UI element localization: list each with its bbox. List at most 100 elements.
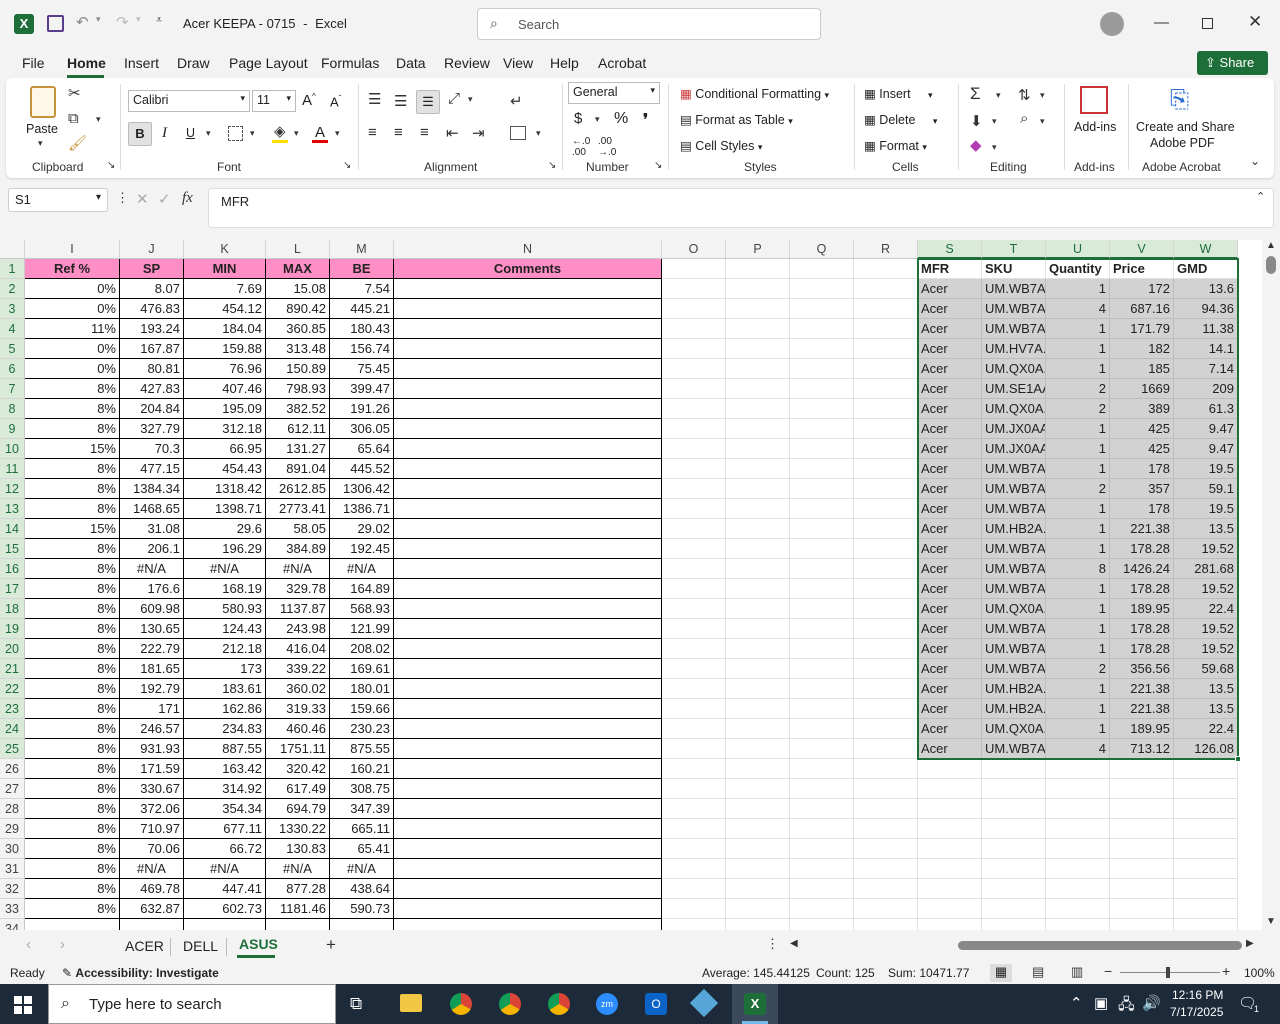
cell[interactable] bbox=[662, 579, 726, 599]
table-cell[interactable]: 8.07 bbox=[120, 279, 184, 299]
row-header[interactable]: 21 bbox=[0, 659, 25, 679]
cell[interactable] bbox=[790, 399, 854, 419]
cell[interactable] bbox=[790, 359, 854, 379]
table-cell[interactable]: 8% bbox=[25, 879, 120, 899]
cell[interactable] bbox=[1110, 819, 1174, 839]
table-cell[interactable]: 173 bbox=[184, 659, 266, 679]
table-cell[interactable]: 887.55 bbox=[184, 739, 266, 759]
table-cell[interactable]: 206.1 bbox=[120, 539, 184, 559]
selected-cell[interactable]: 1 bbox=[1046, 579, 1110, 599]
table-cell[interactable]: #N/A bbox=[330, 859, 394, 879]
row-header[interactable]: 12 bbox=[0, 479, 25, 499]
table-cell[interactable] bbox=[394, 359, 662, 379]
selected-cell[interactable]: 1426.24 bbox=[1110, 559, 1174, 579]
selected-cell[interactable]: UM.WB7A bbox=[982, 479, 1046, 499]
page-layout-view-icon[interactable]: ▤ bbox=[1032, 964, 1044, 980]
cell[interactable] bbox=[790, 819, 854, 839]
horizontal-scroll-thumb[interactable] bbox=[958, 941, 1242, 950]
cell[interactable] bbox=[790, 919, 854, 930]
menu-home[interactable]: Home bbox=[67, 55, 106, 71]
close-icon[interactable]: ✕ bbox=[1248, 12, 1262, 32]
format-as-table-button[interactable]: ▤ Format as Table ▾ bbox=[680, 112, 793, 127]
table-cell[interactable]: 121.99 bbox=[330, 619, 394, 639]
cell[interactable] bbox=[1174, 859, 1238, 879]
align-center-icon[interactable]: ≡ bbox=[394, 124, 403, 141]
table-cell[interactable]: 8% bbox=[25, 859, 120, 879]
table-header-cell[interactable]: Comments bbox=[394, 259, 662, 279]
cell[interactable] bbox=[184, 919, 266, 930]
table-cell[interactable]: 2773.41 bbox=[266, 499, 330, 519]
table-cell[interactable]: 891.04 bbox=[266, 459, 330, 479]
cell[interactable] bbox=[854, 439, 918, 459]
selected-cell[interactable]: 13.5 bbox=[1174, 679, 1238, 699]
selected-cell[interactable]: Acer bbox=[918, 399, 982, 419]
cell[interactable] bbox=[726, 759, 790, 779]
selected-cell[interactable]: 2 bbox=[1046, 479, 1110, 499]
table-cell[interactable]: 445.21 bbox=[330, 299, 394, 319]
paste-button[interactable]: Paste bbox=[26, 122, 58, 136]
table-cell[interactable]: 327.79 bbox=[120, 419, 184, 439]
selected-cell[interactable]: 11.38 bbox=[1174, 319, 1238, 339]
table-header-cell[interactable]: SP bbox=[120, 259, 184, 279]
column-header[interactable]: I bbox=[25, 240, 120, 259]
selected-cell[interactable]: Acer bbox=[918, 519, 982, 539]
number-launcher-icon[interactable]: ↘ bbox=[654, 160, 662, 171]
network-icon[interactable]: 🖧 bbox=[1118, 994, 1135, 1019]
cell[interactable] bbox=[662, 719, 726, 739]
table-cell[interactable]: 312.18 bbox=[184, 419, 266, 439]
table-cell[interactable]: 460.46 bbox=[266, 719, 330, 739]
row-header[interactable]: 25 bbox=[0, 739, 25, 759]
cell[interactable] bbox=[790, 759, 854, 779]
decrease-decimal-icon[interactable]: .00 →.0 bbox=[598, 136, 616, 158]
table-cell[interactable]: 8% bbox=[25, 539, 120, 559]
table-cell[interactable]: 160.21 bbox=[330, 759, 394, 779]
zoom-out-icon[interactable]: − bbox=[1104, 963, 1112, 979]
cell[interactable] bbox=[726, 499, 790, 519]
select-all-corner[interactable] bbox=[0, 240, 25, 259]
table-cell[interactable]: 8% bbox=[25, 599, 120, 619]
table-cell[interactable]: 372.06 bbox=[120, 799, 184, 819]
cell[interactable] bbox=[790, 319, 854, 339]
table-cell[interactable]: 0% bbox=[25, 359, 120, 379]
row-header[interactable]: 20 bbox=[0, 639, 25, 659]
table-cell[interactable] bbox=[394, 659, 662, 679]
table-cell[interactable]: 176.6 bbox=[120, 579, 184, 599]
selected-cell[interactable]: 1 bbox=[1046, 279, 1110, 299]
selected-cell[interactable]: UM.WB7A bbox=[982, 299, 1046, 319]
cell[interactable] bbox=[726, 259, 790, 279]
table-cell[interactable]: 29.6 bbox=[184, 519, 266, 539]
cell[interactable] bbox=[726, 399, 790, 419]
cell[interactable] bbox=[25, 919, 120, 930]
italic-button[interactable]: I bbox=[162, 125, 167, 142]
selected-cell[interactable]: Acer bbox=[918, 299, 982, 319]
share-button[interactable]: ⇪ Share ▾ bbox=[1197, 51, 1268, 85]
cell[interactable] bbox=[854, 659, 918, 679]
selected-cell[interactable]: UM.WB7A bbox=[982, 539, 1046, 559]
selected-cell[interactable]: UM.WB7A bbox=[982, 639, 1046, 659]
selected-cell[interactable]: 94.36 bbox=[1174, 299, 1238, 319]
autosum-icon[interactable]: Σ bbox=[970, 84, 981, 104]
cell[interactable] bbox=[982, 799, 1046, 819]
selected-cell[interactable]: UM.WB7A bbox=[982, 499, 1046, 519]
cell[interactable] bbox=[790, 619, 854, 639]
table-cell[interactable]: 1318.42 bbox=[184, 479, 266, 499]
selected-cell[interactable]: 189.95 bbox=[1110, 599, 1174, 619]
chrome-icon[interactable] bbox=[450, 993, 472, 1015]
font-name-combo[interactable]: Calibri ▾ bbox=[128, 90, 250, 112]
table-cell[interactable]: 8% bbox=[25, 659, 120, 679]
table-cell[interactable]: 416.04 bbox=[266, 639, 330, 659]
selected-cell[interactable]: Acer bbox=[918, 619, 982, 639]
table-cell[interactable]: 8% bbox=[25, 739, 120, 759]
menu-file[interactable]: File bbox=[22, 55, 45, 71]
selected-cell[interactable]: 2 bbox=[1046, 379, 1110, 399]
fill-handle[interactable] bbox=[1235, 756, 1241, 762]
cell[interactable] bbox=[790, 779, 854, 799]
name-box[interactable]: S1 ▾ bbox=[8, 188, 108, 212]
cell[interactable] bbox=[662, 339, 726, 359]
selected-cell[interactable]: 178.28 bbox=[1110, 639, 1174, 659]
table-cell[interactable]: 167.87 bbox=[120, 339, 184, 359]
row-header[interactable]: 8 bbox=[0, 399, 25, 419]
cell[interactable] bbox=[662, 739, 726, 759]
cell[interactable] bbox=[662, 699, 726, 719]
selected-cell[interactable]: 61.3 bbox=[1174, 399, 1238, 419]
